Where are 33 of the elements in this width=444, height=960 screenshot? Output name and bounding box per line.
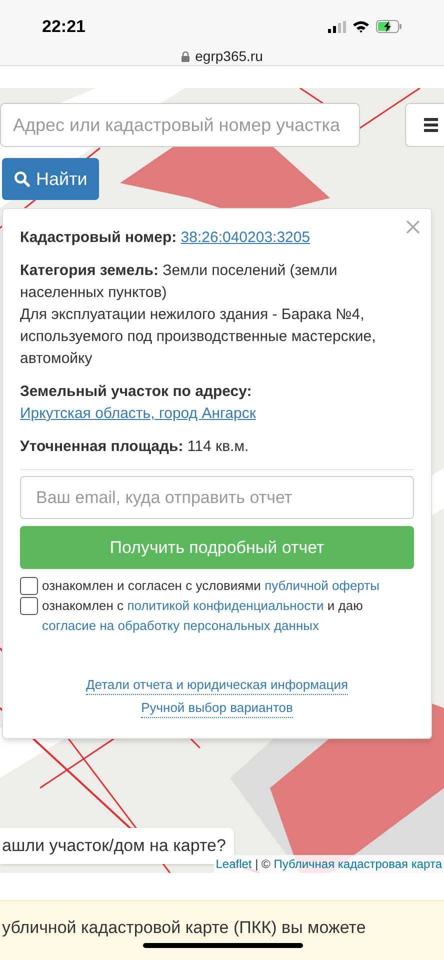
search-field[interactable]: Адрес или кадастровый номер участка: [0, 103, 360, 147]
attribution-link[interactable]: Публичная кадастровая карта: [274, 857, 442, 871]
wifi-icon: [352, 20, 370, 34]
close-icon: [406, 220, 420, 234]
map-attribution: Leaflet | © Публичная кадастровая карта: [214, 855, 444, 873]
field-text: Земельный участок по адресу: Иркутская область, город Ангарск: [20, 381, 406, 425]
consent-checkbox[interactable]: [20, 597, 38, 615]
search-icon: [14, 171, 30, 187]
consent-link[interactable]: политикой конфиденциальности: [127, 598, 324, 613]
status-time: 22:21: [42, 16, 86, 38]
menu-button[interactable]: [405, 103, 444, 147]
signal-icon: [328, 20, 346, 33]
battery-charging-icon: [376, 20, 402, 34]
consent-checkbox[interactable]: [20, 577, 38, 595]
consent-link[interactable]: публичной оферты: [264, 578, 380, 593]
field-text: Уточненная площадь: 114 кв.м.: [20, 437, 249, 457]
url-text[interactable]: egrp365.ru: [195, 46, 263, 66]
field-text: Кадастровый номер: 38:26:040203:3205: [20, 227, 310, 249]
menu-icon: [424, 118, 438, 132]
field-link[interactable]: Иркутская область, город Ангарск: [20, 403, 256, 425]
details-link[interactable]: Детали отчета и юридическая информация: [86, 676, 348, 695]
info-text: убличной кадастровой карте (ПКК) вы можете: [2, 917, 367, 939]
find-button[interactable]: Найти: [2, 158, 100, 200]
email-field[interactable]: Ваш email, куда отправить отчет: [20, 476, 414, 519]
field-note: Для эксплуатации нежилого здания - Барака №4, используемого под производственные мастерские, автомойку: [20, 305, 377, 369]
consent-text: ознакомлен с политикой конфиденциальности и даю согласие на обработку персональных данных: [42, 597, 364, 635]
details-link[interactable]: Ручной выбор вариантов: [141, 699, 293, 718]
report-button[interactable]: Получить подробный отчет: [20, 526, 414, 569]
consent-link[interactable]: согласие на обработку персональных данных: [42, 618, 319, 633]
field-text: Категория земель: Земли поселений (земли населенных пунктов): [20, 261, 338, 303]
lock-icon: [181, 50, 190, 62]
field-link[interactable]: 38:26:040203:3205: [180, 227, 310, 249]
consent-text: ознакомлен и согласен с условиями публичной оферты: [42, 577, 380, 595]
